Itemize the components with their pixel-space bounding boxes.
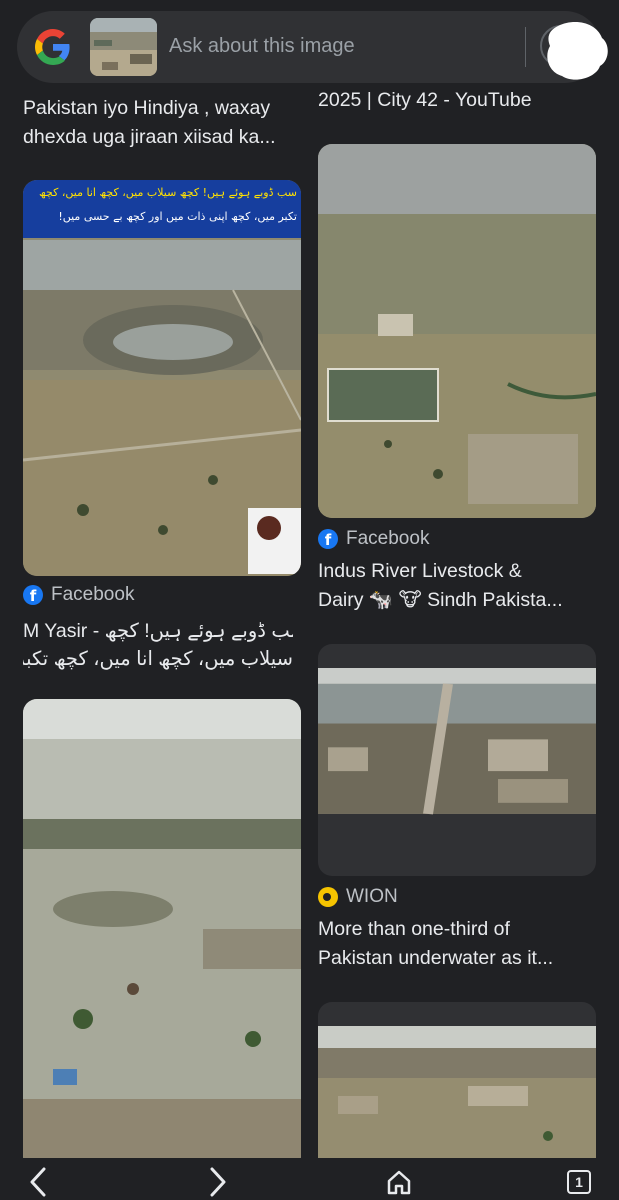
browser-nav-bar: 1 xyxy=(0,1158,619,1200)
redacted-avatar xyxy=(547,22,608,80)
result-card-wion-bg[interactable] xyxy=(318,644,596,876)
google-logo xyxy=(35,29,71,65)
chevron-right-icon xyxy=(210,1167,226,1197)
image-banner-urdu-line1: سب ڈوبے ہوئے ہیں! کچھ سیلاب میں، کچھ انا… xyxy=(39,186,297,199)
search-divider xyxy=(525,27,526,67)
result-source-wion: WION xyxy=(318,886,398,908)
home-icon xyxy=(387,1170,411,1195)
image-banner-urdu-line2: تکبر میں، کچھ اپنی ذات میں اور کچھ بے حس… xyxy=(58,210,297,223)
facebook-icon: f xyxy=(318,529,338,549)
facebook-icon: f xyxy=(23,585,43,605)
result-title-myasir-line1[interactable]: M Yasir - سب ڈوبے ہوئے ہیں! کچھ xyxy=(23,617,293,646)
prev-result-title-left-line1[interactable]: Pakistan iyo Hindiya , waxay xyxy=(23,94,270,123)
search-bar[interactable]: Ask about this image xyxy=(17,11,601,83)
result-image-flood-village[interactable] xyxy=(23,699,301,1169)
result-title-myasir-line2[interactable]: سیلاب میں، کچھ انا میں، کچھ تکبر... xyxy=(23,645,293,674)
result-image-flood-urdu[interactable]: سب ڈوبے ہوئے ہیں! کچھ سیلاب میں، کچھ انا… xyxy=(23,180,301,576)
tab-switcher-button[interactable]: 1 xyxy=(561,1166,597,1198)
forward-button[interactable] xyxy=(200,1166,236,1198)
back-button[interactable] xyxy=(20,1166,56,1198)
source-label: Facebook xyxy=(51,584,135,605)
result-source-facebook-2: f Facebook xyxy=(318,528,429,550)
wion-icon xyxy=(318,887,338,907)
prev-result-title-right[interactable]: 2025 | City 42 - YouTube xyxy=(318,86,532,115)
tab-switcher-icon: 1 xyxy=(567,1170,591,1194)
result-image-aerial-flood[interactable] xyxy=(318,144,596,518)
result-title-wion-line2[interactable]: Pakistan underwater as it... xyxy=(318,944,608,973)
chevron-left-icon xyxy=(30,1167,46,1197)
query-image-thumbnail[interactable] xyxy=(90,18,157,76)
result-source-facebook-1: f Facebook xyxy=(23,584,134,606)
result-title-indus-line2[interactable]: Dairy 🐄 🐮 Sindh Pakista... xyxy=(318,586,608,615)
source-label: Facebook xyxy=(346,528,430,549)
result-title-indus-line1[interactable]: Indus River Livestock & xyxy=(318,557,608,586)
result-image-flood-town[interactable] xyxy=(318,1002,596,1172)
result-title-wion-line1[interactable]: More than one-third of xyxy=(318,915,608,944)
prev-result-title-left-line2[interactable]: dhexda uga jiraan xiisad ka... xyxy=(23,123,276,152)
search-placeholder[interactable]: Ask about this image xyxy=(169,35,355,58)
home-button[interactable] xyxy=(381,1166,417,1198)
source-label: WION xyxy=(346,886,398,907)
